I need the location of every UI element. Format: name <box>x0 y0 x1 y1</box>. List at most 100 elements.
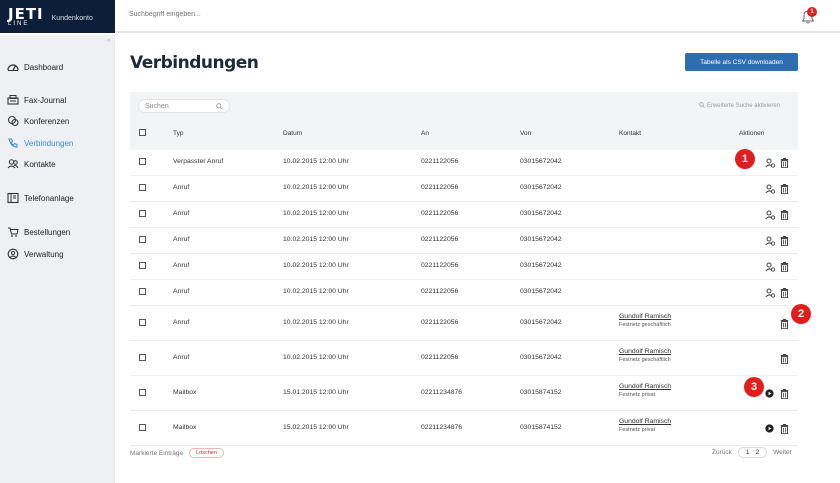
column-header-kontakt[interactable]: Kontakt <box>619 130 641 137</box>
cell-von: 03015672042 <box>520 288 562 295</box>
add-contact-icon[interactable] <box>765 210 776 220</box>
trash-icon[interactable] <box>780 210 790 221</box>
cell-von: 03015874152 <box>520 388 562 396</box>
search-icon <box>699 102 706 108</box>
trash-icon[interactable] <box>780 388 790 399</box>
sidebar-item-kontakte[interactable]: Kontakte <box>6 157 56 171</box>
add-contact-icon[interactable] <box>765 184 776 194</box>
page-2-link[interactable]: 2 <box>753 449 763 456</box>
trash-icon[interactable] <box>780 423 790 434</box>
trash-icon[interactable] <box>780 184 790 195</box>
add-contact-icon[interactable] <box>765 236 776 246</box>
trash-icon[interactable] <box>780 353 790 364</box>
cell-kontakt: Gundolf Ramisch Festnetz privat <box>619 418 671 433</box>
main-content: Verbindungen Tabelle als CSV downloaden … <box>115 35 840 483</box>
row-checkbox[interactable] <box>139 262 146 269</box>
cell-typ: Mailbox <box>173 388 197 396</box>
cell-an: 0221122056 <box>421 236 459 243</box>
cell-an: 0221122056 <box>421 158 459 165</box>
bulk-actions: Markierte Einträge Löschen <box>130 448 224 458</box>
cell-typ: Anruf <box>173 353 190 361</box>
cell-datum: 10.02.2015 12:00 Uhr <box>283 184 349 191</box>
cell-datum: 10.02.2015 12:00 Uhr <box>283 236 349 243</box>
delete-selected-button[interactable]: Löschen <box>189 448 224 458</box>
table-row: Anruf 10.02.2015 12:00 Uhr 0221122056 03015… <box>130 306 798 341</box>
add-contact-icon[interactable] <box>765 158 776 168</box>
pagination-back[interactable]: Zurück <box>712 449 732 456</box>
table-row: Anruf 10.02.2015 12:00 Uhr 0221122056 03015… <box>130 280 798 306</box>
table-row: Anruf 10.02.2015 12:00 Uhr 0221122056 03015… <box>130 341 798 376</box>
trash-icon[interactable] <box>780 236 790 247</box>
cell-an: 02211234876 <box>421 423 463 431</box>
contact-link[interactable]: Gundolf Ramisch <box>619 313 671 320</box>
row-checkbox[interactable] <box>139 388 146 396</box>
cell-von: 03015672042 <box>520 262 562 269</box>
contact-link[interactable]: Gundolf Ramisch <box>619 383 671 390</box>
csv-download-button[interactable]: Tabelle als CSV downloaden <box>685 53 798 71</box>
sidebar-item-bestellungen[interactable]: Bestellungen <box>6 225 70 239</box>
advanced-search-link[interactable]: Erweiterte Suche aktivieren <box>699 102 780 109</box>
sidebar-item-konferenzen[interactable]: Konferenzen <box>6 114 69 128</box>
row-checkbox[interactable] <box>139 288 146 295</box>
global-search-input[interactable] <box>129 11 329 18</box>
row-checkbox[interactable] <box>139 184 146 191</box>
advanced-search-label: Erweiterte Suche aktivieren <box>706 103 780 109</box>
row-checkbox[interactable] <box>139 158 146 165</box>
column-header-datum[interactable]: Datum <box>283 130 302 137</box>
cell-von: 03015672042 <box>520 318 562 326</box>
table-search-input[interactable]: Suchen <box>138 99 230 113</box>
cell-an: 02211234876 <box>421 388 463 396</box>
logo-main: JETI <box>8 4 44 23</box>
cell-datum: 15.01.2015 12:00 Uhr <box>283 388 349 396</box>
sidebar-item-telefonanlage[interactable]: Telefonanlage <box>6 191 74 205</box>
trash-icon[interactable] <box>780 318 790 329</box>
table-row: Anruf 10.02.2015 12:00 Uhr 0221122056 03015… <box>130 228 798 254</box>
row-checkbox[interactable] <box>139 353 146 361</box>
sidebar-item-verwaltung[interactable]: Verwaltung <box>6 247 64 261</box>
top-bar: JETI LINE Kundenkonto 1 <box>0 0 840 33</box>
play-icon[interactable] <box>765 388 775 399</box>
cell-datum: 10.02.2015 12:00 Uhr <box>283 288 349 295</box>
cell-an: 0221122056 <box>421 318 459 326</box>
settings-icon <box>6 248 19 261</box>
trash-icon[interactable] <box>780 288 790 299</box>
cell-datum: 10.02.2015 12:00 Uhr <box>283 318 349 326</box>
play-icon[interactable] <box>765 423 775 434</box>
sidebar-item-dashboard[interactable]: Dashboard <box>6 60 63 74</box>
column-header-an[interactable]: An <box>421 130 429 137</box>
page-1-link[interactable]: 1 <box>743 449 753 456</box>
row-checkbox[interactable] <box>139 423 146 431</box>
select-all-checkbox[interactable] <box>139 129 146 136</box>
column-header-von[interactable]: Von <box>520 130 531 137</box>
sidebar-item-verbindungen[interactable]: Verbindungen <box>6 136 73 150</box>
trash-icon[interactable] <box>780 262 790 273</box>
contact-link[interactable]: Gundolf Ramisch <box>619 418 671 425</box>
cell-datum: 10.02.2015 12:00 Uhr <box>283 262 349 269</box>
dashboard-icon <box>6 61 19 74</box>
logo: JETI LINE <box>8 4 44 27</box>
brand-area[interactable]: JETI LINE Kundenkonto <box>0 0 115 33</box>
sidebar-item-label: Fax-Journal <box>24 95 67 105</box>
conference-icon <box>6 115 19 128</box>
cell-typ: Mailbox <box>173 423 197 431</box>
pagination-next[interactable]: Weiter <box>773 449 792 456</box>
callout-badge: 3 <box>744 377 764 397</box>
sidebar-item-fax-journal[interactable]: Fax-Journal <box>6 93 66 107</box>
collapse-icon[interactable]: « <box>107 38 110 44</box>
sidebar-item-label: Kontakte <box>24 159 56 169</box>
cart-icon <box>6 226 19 239</box>
column-header-typ[interactable]: Typ <box>173 130 183 137</box>
contact-link[interactable]: Gundolf Ramisch <box>619 348 671 355</box>
trash-icon[interactable] <box>780 158 790 169</box>
table-row: Mailbox 15.02.2015 12:00 Uhr 02211234876 03… <box>130 411 798 446</box>
row-checkbox[interactable] <box>139 236 146 243</box>
add-contact-icon[interactable] <box>765 288 776 298</box>
row-checkbox[interactable] <box>139 318 146 326</box>
account-label: Kundenkonto <box>51 15 93 22</box>
cell-von: 03015672042 <box>520 353 562 361</box>
add-contact-icon[interactable] <box>765 262 776 272</box>
cell-kontakt: Gundolf Ramisch Festnetz geschäftlich <box>619 348 671 363</box>
cell-an: 0221122056 <box>421 184 459 191</box>
row-checkbox[interactable] <box>139 210 146 217</box>
table-row: Anruf 10.02.2015 12:00 Uhr 0221122056 03015… <box>130 254 798 280</box>
